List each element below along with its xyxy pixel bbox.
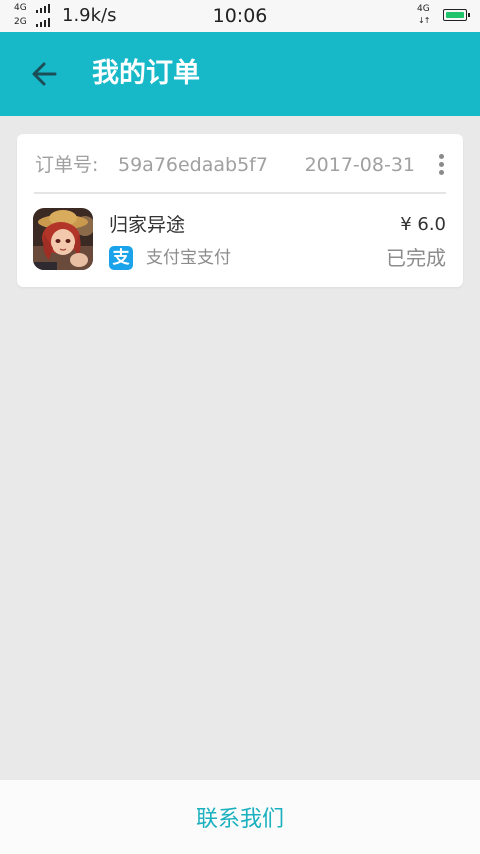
order-card[interactable]: 订单号: 59a76edaab5f7 2017-08-31 归家异途 ¥ 6.0…	[17, 134, 463, 287]
back-button[interactable]	[22, 52, 66, 96]
order-date: 2017-08-31	[304, 154, 415, 176]
order-status: 已完成	[386, 246, 446, 270]
alipay-icon: 支	[109, 246, 133, 270]
network-indicator-right: 4G ↓↑	[417, 5, 435, 27]
page-title: 我的订单	[92, 58, 200, 89]
more-options-button[interactable]	[433, 152, 449, 178]
app-bar: 我的订单	[0, 32, 480, 116]
status-clock: 10:06	[212, 5, 268, 27]
product-name: 归家异途	[109, 214, 186, 236]
data-activity-icon: ↓↑	[418, 16, 430, 25]
order-price: ¥ 6.0	[400, 214, 446, 235]
divider	[34, 192, 446, 194]
bottom-bar: 联系我们	[0, 780, 480, 854]
arrow-left-icon	[32, 62, 57, 86]
battery-icon	[443, 9, 470, 21]
status-bar: 4G 2G 1.9k/s 10:06 4G ↓↑	[0, 0, 480, 32]
order-number: 59a76edaab5f7	[118, 154, 268, 176]
network-type-right: 4G	[417, 4, 430, 14]
game-icon	[33, 208, 93, 270]
contact-us-button[interactable]: 联系我们	[0, 780, 480, 854]
battery-level	[446, 12, 464, 18]
payment-method: 支付宝支付	[146, 248, 231, 268]
order-number-label: 订单号:	[35, 154, 99, 176]
